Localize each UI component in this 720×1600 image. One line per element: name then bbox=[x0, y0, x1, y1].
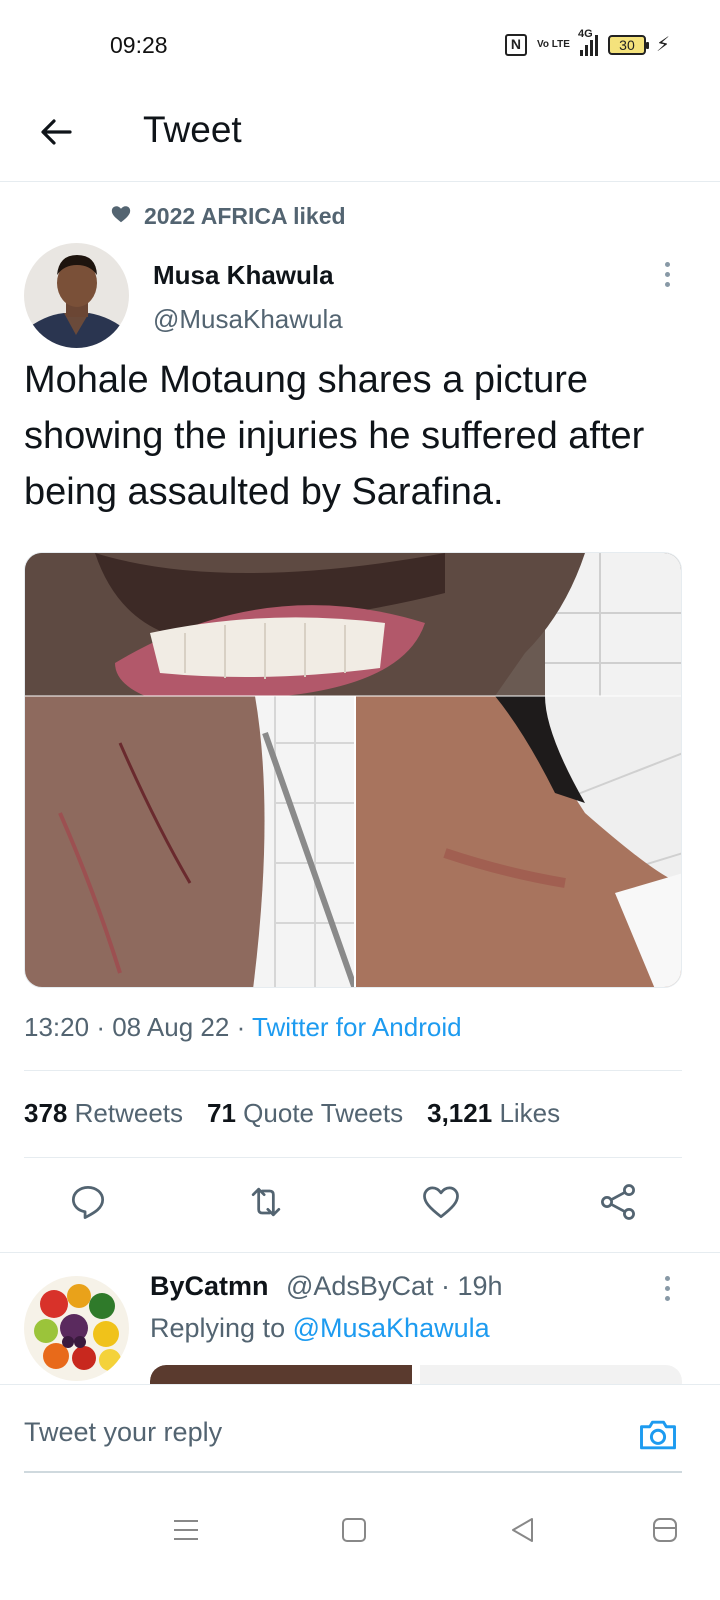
share-icon[interactable] bbox=[596, 1180, 640, 1224]
retweets-stat[interactable]: 378 Retweets bbox=[24, 1098, 183, 1129]
volte-icon: Vo LTE bbox=[536, 38, 570, 50]
reply-media[interactable] bbox=[150, 1365, 682, 1385]
page-title: Tweet bbox=[143, 109, 242, 150]
author-name[interactable]: Musa Khawula bbox=[153, 260, 334, 291]
tweet-stats: 378 Retweets 71 Quote Tweets 3,121 Likes bbox=[24, 1098, 560, 1129]
tweet-date: 08 Aug 22 bbox=[112, 1012, 230, 1042]
tweet-meta: 13:20 · 08 Aug 22 · Twitter for Android bbox=[24, 1012, 462, 1043]
meta-separator: · bbox=[236, 1012, 246, 1042]
reply-icon[interactable] bbox=[66, 1180, 110, 1224]
camera-icon[interactable] bbox=[636, 1413, 680, 1457]
avatar[interactable] bbox=[24, 243, 129, 348]
nfc-icon: N bbox=[504, 33, 527, 56]
top-app-bar: Tweet bbox=[0, 90, 720, 182]
divider bbox=[24, 1070, 682, 1071]
like-icon[interactable] bbox=[419, 1180, 463, 1224]
divider bbox=[24, 1157, 682, 1158]
reply-author-name[interactable]: ByCatmn bbox=[150, 1271, 269, 1302]
back-triangle-icon[interactable] bbox=[503, 1510, 543, 1550]
social-context[interactable]: 2022 AFRICA liked bbox=[110, 203, 346, 230]
tweet-actions bbox=[0, 1180, 720, 1240]
more-options-icon[interactable] bbox=[652, 254, 682, 294]
replying-to-link[interactable]: @MusaKhawula bbox=[293, 1313, 490, 1343]
quote-tweets-stat[interactable]: 71 Quote Tweets bbox=[207, 1098, 403, 1129]
social-context-text: 2022 AFRICA liked bbox=[144, 203, 346, 229]
tweet-media[interactable] bbox=[24, 552, 682, 988]
divider bbox=[0, 1252, 720, 1253]
status-icons: N Vo LTE 4G 30 ⚡ bbox=[504, 28, 670, 57]
tweet-time: 13:20 bbox=[24, 1012, 90, 1042]
likes-stat[interactable]: 3,121 Likes bbox=[427, 1098, 560, 1129]
battery-icon: 30 bbox=[607, 34, 649, 55]
reply-input[interactable]: Tweet your reply bbox=[24, 1417, 222, 1448]
arrow-left-icon[interactable] bbox=[36, 112, 76, 152]
status-bar: 09:28 N Vo LTE 4G 30 ⚡ bbox=[0, 0, 720, 90]
reply-author-meta[interactable]: @AdsByCat · 19h bbox=[286, 1271, 503, 1302]
system-nav-bar bbox=[0, 1490, 720, 1600]
divider bbox=[24, 1471, 682, 1473]
reply-avatar[interactable] bbox=[24, 1276, 129, 1381]
network-type: 4G bbox=[577, 27, 593, 40]
meta-separator: · bbox=[96, 1012, 105, 1042]
tweet-source-link[interactable]: Twitter for Android bbox=[252, 1012, 462, 1042]
reply-composer: Tweet your reply bbox=[0, 1384, 720, 1484]
menu-icon[interactable] bbox=[166, 1510, 206, 1550]
heart-filled-icon bbox=[110, 203, 132, 230]
status-time: 09:28 bbox=[110, 32, 168, 58]
retweet-icon[interactable] bbox=[244, 1180, 288, 1224]
tweet-text: Mohale Motaung shares a picture showing … bbox=[24, 359, 645, 513]
home-square-icon[interactable] bbox=[334, 1510, 374, 1550]
reply-more-options-icon[interactable] bbox=[652, 1268, 682, 1308]
author-handle[interactable]: @MusaKhawula bbox=[153, 304, 343, 335]
signal-icon: 4G bbox=[578, 28, 598, 56]
assistant-icon[interactable] bbox=[645, 1510, 685, 1550]
charging-icon: ⚡ bbox=[655, 34, 670, 56]
replying-to: Replying to @MusaKhawula bbox=[150, 1313, 490, 1343]
